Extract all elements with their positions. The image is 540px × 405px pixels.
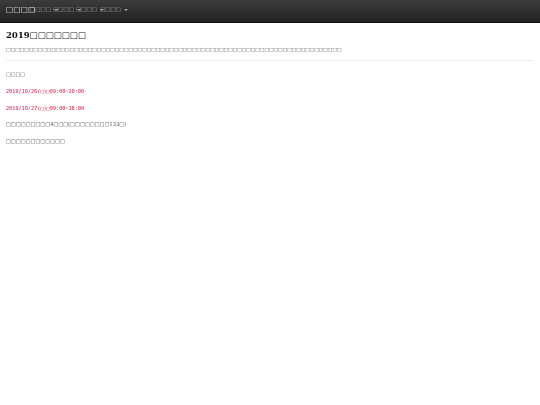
note-line: □□□□□□□□□4□□□(□□□□□□□□133□)	[6, 122, 127, 128]
note-line: □□□□□□□□□□□□	[6, 139, 65, 145]
page-description: □□□□□□□□□□□□□□□□□□□□□□□□□□□□□□□□□□□□□□□□…	[6, 48, 342, 53]
top-navbar: □□□□ □□□□ □□□□ □□□□ □□□□	[0, 0, 540, 23]
section-label: □□□□	[6, 72, 25, 78]
nav-dropdown-4[interactable]: □□□□	[100, 7, 128, 17]
nav-dropdown-1-label: □□□□	[30, 7, 51, 13]
nav-dropdown-3-label: □□□□	[76, 7, 97, 13]
schedule-item: 2019/10/27(□)□09:00~18:00	[6, 106, 85, 112]
main-content: 2019□□□□□□□ □□□□□□□□□□□□□□□□□□□□□□□□□□□□…	[6, 31, 534, 61]
page-title: 2019□□□□□□□	[6, 31, 86, 41]
nav-dropdown-4-label: □□□□	[100, 7, 121, 13]
schedule-item: 2019/10/26(□)□09:00~20:00	[6, 89, 85, 95]
nav-dropdown-2-label: □□□□	[53, 7, 74, 13]
divider	[6, 60, 533, 61]
chevron-down-icon	[123, 8, 128, 11]
